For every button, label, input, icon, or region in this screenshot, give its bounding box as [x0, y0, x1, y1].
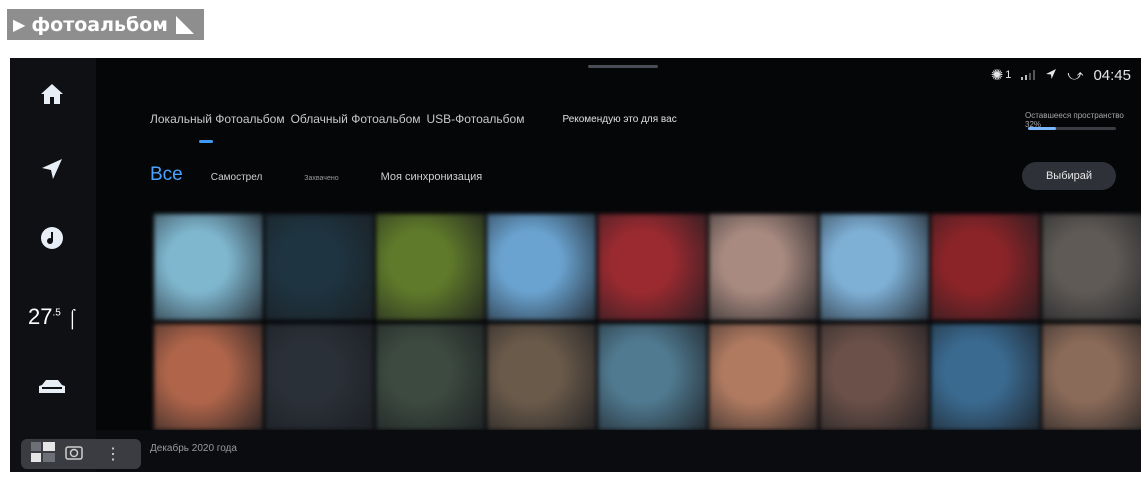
- photo-thumbnail[interactable]: [487, 214, 596, 320]
- signal-icon: [1021, 67, 1036, 84]
- infotainment-screen: 27.5 ⌠ ✺ 1 ⤻ 04:45 Локальный Фотоальбом …: [10, 58, 1141, 472]
- date-section-label: Декабрь 2020 года: [150, 443, 237, 454]
- photo-thumbnail[interactable]: [931, 324, 1040, 430]
- photo-thumbnail[interactable]: [487, 324, 596, 430]
- navigation-icon[interactable]: [30, 147, 74, 191]
- photo-thumbnail[interactable]: [598, 324, 707, 430]
- temperature-value: 27: [28, 304, 53, 329]
- temperature-decimal: .5: [52, 307, 61, 319]
- sidebar: 27.5 ⌠: [10, 58, 96, 472]
- page-header: ▶ фотоальбом: [7, 9, 204, 40]
- filter-tabs: Все Самострел Захвачено Моя синхронизаци…: [150, 164, 482, 186]
- storage-bar-fill: [1028, 127, 1057, 130]
- photo-thumbnail[interactable]: [931, 214, 1040, 320]
- tab-usb-album[interactable]: USB-Фотоальбом: [427, 112, 525, 126]
- corner-decoration: [175, 15, 194, 34]
- filter-my-sync[interactable]: Моя синхронизация: [381, 171, 483, 183]
- select-button[interactable]: Выбирай: [1022, 162, 1116, 190]
- photo-thumbnail[interactable]: [1042, 324, 1141, 430]
- photo-thumbnail[interactable]: [154, 214, 263, 320]
- music-icon[interactable]: [30, 216, 74, 260]
- home-icon[interactable]: [30, 72, 74, 116]
- camera-icon[interactable]: [65, 444, 83, 465]
- active-tab-indicator: [199, 140, 213, 143]
- filter-selfie[interactable]: Самострел: [211, 172, 263, 183]
- filter-captured[interactable]: Захвачено: [304, 175, 338, 182]
- bottom-bar: [96, 430, 1141, 472]
- status-time: 04:45: [1093, 66, 1131, 84]
- photo-thumbnail[interactable]: [265, 324, 374, 430]
- climate-temperature[interactable]: 27.5 ⌠: [28, 304, 78, 330]
- app-dock: ⋮: [21, 439, 141, 469]
- photo-grid: [154, 214, 1141, 430]
- photo-thumbnail[interactable]: [154, 324, 263, 430]
- more-options-icon[interactable]: ⋮: [105, 444, 121, 464]
- photo-thumbnail[interactable]: [709, 324, 818, 430]
- album-tabs: Локальный Фотоальбом Облачный Фотоальбом…: [150, 112, 677, 126]
- tab-cloud-album[interactable]: Облачный Фотоальбом: [291, 112, 421, 126]
- tab-recommended[interactable]: Рекомендую это для вас: [562, 114, 676, 125]
- status-bar: ✺ 1 ⤻ 04:45: [990, 66, 1131, 85]
- play-triangle-icon: ▶: [13, 15, 26, 34]
- photo-thumbnail[interactable]: [1042, 214, 1141, 320]
- photo-thumbnail[interactable]: [265, 214, 374, 320]
- location-arrow-icon: [1045, 67, 1057, 84]
- car-icon[interactable]: [30, 365, 74, 409]
- tab-local-album[interactable]: Локальный Фотоальбом: [150, 112, 285, 126]
- wiper-icon: ⤻: [1067, 66, 1084, 84]
- storage-bar: [1028, 127, 1116, 130]
- photo-thumbnail[interactable]: [598, 214, 707, 320]
- page-title: фотоальбом: [31, 13, 168, 36]
- fan-icon: ✺: [990, 67, 1004, 84]
- photo-thumbnail[interactable]: [376, 324, 485, 430]
- filter-all[interactable]: Все: [150, 164, 183, 186]
- photo-thumbnail[interactable]: [709, 214, 818, 320]
- seat-icon: ⌠: [66, 308, 78, 328]
- photo-thumbnail[interactable]: [820, 324, 929, 430]
- fan-level: 1: [1005, 69, 1012, 81]
- multi-window-icon[interactable]: [31, 441, 55, 467]
- drag-handle[interactable]: [588, 65, 658, 68]
- photo-thumbnail[interactable]: [820, 214, 929, 320]
- photo-thumbnail[interactable]: [376, 214, 485, 320]
